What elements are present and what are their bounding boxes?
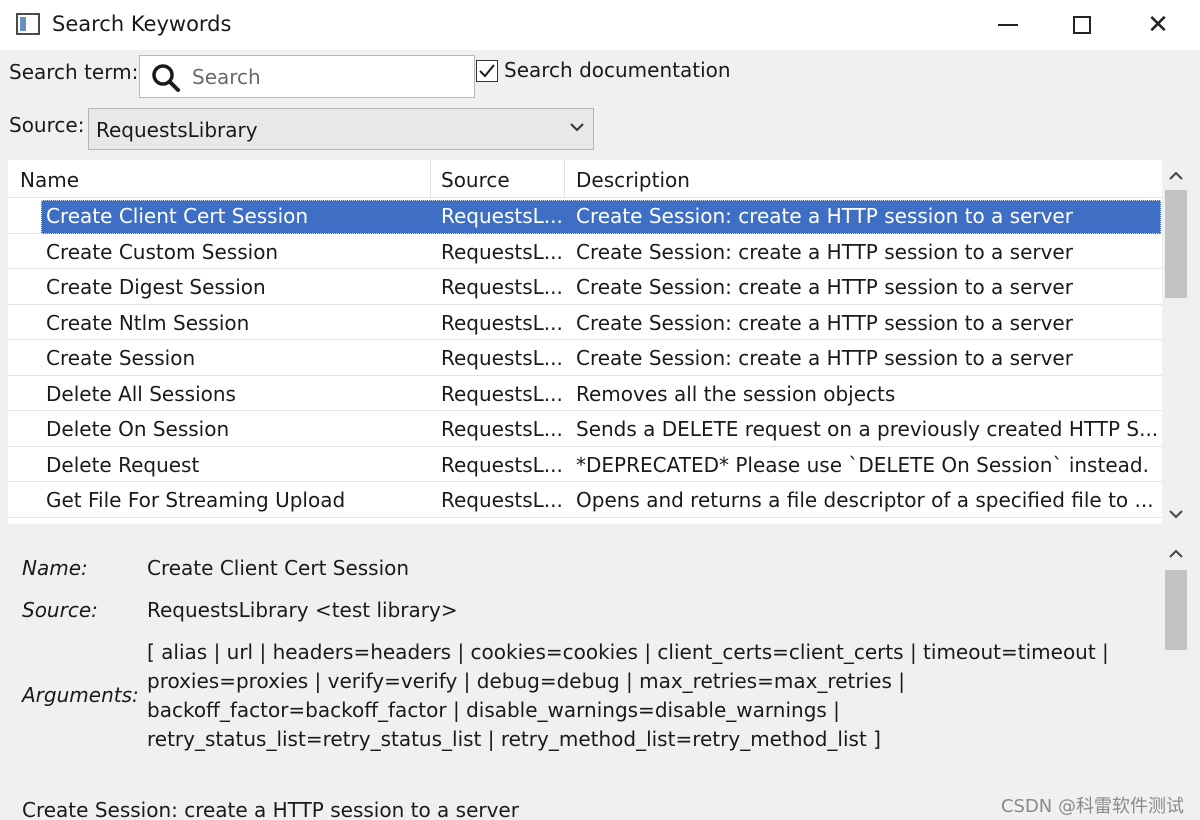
keyword-description-cell: Create Session: create a HTTP session to… [576,275,1073,299]
keyword-description-cell: Sends a DELETE request on a previously c… [576,417,1156,441]
chevron-down-icon [570,123,584,132]
table-row[interactable]: Delete All Sessions RequestsL... Removes a… [8,376,1162,411]
minimize-icon [998,24,1018,26]
maximize-icon [1073,16,1091,34]
keyword-source-cell: RequestsL... [441,275,563,299]
keyword-source-cell: RequestsL... [441,204,563,228]
watermark: CSDN @科雷软件测试 [1000,796,1184,817]
details-name-label: Name: [22,556,88,580]
search-box[interactable] [139,55,475,98]
details-name-value: Create Client Cert Session [147,556,410,580]
table-row[interactable]: Get File For Streaming Upload RequestsL..… [8,482,1162,518]
details-scroll-thumb[interactable] [1165,570,1187,650]
keyword-source-cell: RequestsL... [441,381,563,406]
source-selected-value: RequestsLibrary [96,118,258,142]
keyword-name-cell: Delete On Session [46,417,230,441]
table-scroll-thumb[interactable] [1165,190,1187,298]
keyword-source-cell: RequestsL... [441,488,563,512]
keyword-description-cell: Create Session: create a HTTP session to… [576,346,1073,370]
details-description: Create Session: create a HTTP session to… [22,798,519,820]
keyword-name-cell: Get File For Streaming Upload [46,488,346,512]
maximize-button[interactable] [1044,0,1120,50]
scroll-up-icon[interactable] [1168,170,1184,182]
keyword-name-cell: Delete Request [46,452,200,477]
close-icon: ✕ [1147,10,1169,40]
keyword-name-cell: Create Digest Session [46,275,266,299]
checkmark-icon [479,64,495,78]
keyword-name-cell: Delete All Sessions [46,381,236,406]
keyword-name-cell: Create Session [46,346,196,370]
details-arguments-label: Arguments: [22,683,139,707]
source-label: Source: [9,113,85,137]
keyword-description-cell: Create Session: create a HTTP session to… [576,239,1073,264]
keyword-description-cell: Create Session: create a HTTP session to… [576,204,1073,228]
column-header-name[interactable]: Name [20,168,79,192]
table-row[interactable]: Create Custom Session RequestsL... Create … [8,234,1162,269]
minimize-button[interactable] [970,0,1046,50]
search-icon [152,64,180,92]
search-documentation-checkbox[interactable] [476,60,498,82]
scroll-up-icon[interactable] [1168,548,1184,560]
keyword-source-cell: RequestsL... [441,310,563,335]
keyword-source-cell: RequestsL... [441,452,563,477]
table-row[interactable]: Delete On Session RequestsL... Sends a DEL… [8,411,1162,447]
keyword-name-cell: Create Client Cert Session [46,204,309,228]
table-scrollbar[interactable] [1162,160,1192,524]
keyword-description-cell: *DEPRECATED* Please use `DELETE On Sessi… [576,452,1149,477]
keyword-source-cell: RequestsL... [441,417,563,441]
arguments-line: [ alias | url | headers=headers | cookie… [147,640,1109,664]
keyword-source-cell: RequestsL... [441,239,563,264]
table-row[interactable]: Create Client Cert Session RequestsL... Cr… [8,198,1162,234]
title-bar: Search Keywords ✕ [0,0,1200,50]
source-dropdown[interactable]: RequestsLibrary [88,108,594,150]
app-window-icon [16,13,40,35]
column-header-source[interactable]: Source [441,168,510,192]
search-input[interactable] [192,56,462,97]
details-scrollbar[interactable] [1162,540,1192,820]
column-divider[interactable] [430,160,431,198]
details-source-value: RequestsLibrary <test library> [147,598,458,622]
keyword-table: Name Source Description Create Client Ce… [8,160,1162,524]
search-documentation-label[interactable]: Search documentation [504,58,731,82]
arguments-line: backoff_factor=backoff_factor | disable_… [147,698,840,722]
close-button[interactable]: ✕ [1120,0,1196,50]
keyword-name-cell: Create Custom Session [46,239,279,264]
keyword-name-cell: Create Ntlm Session [46,310,250,335]
column-header-description[interactable]: Description [576,168,690,192]
scroll-down-icon[interactable] [1168,508,1184,520]
table-row[interactable]: Create Ntlm Session RequestsL... Create Se… [8,305,1162,340]
keyword-details-pane: Name: Create Client Cert Session Source:… [0,540,1162,820]
search-term-label: Search term: [9,60,139,84]
column-divider[interactable] [564,160,565,198]
details-source-label: Source: [22,598,98,622]
arguments-line: proxies=proxies | verify=verify | debug=… [147,669,905,693]
window-title: Search Keywords [52,12,232,36]
table-header: Name Source Description [8,160,1162,198]
keyword-source-cell: RequestsL... [441,346,563,370]
table-row[interactable]: Create Digest Session RequestsL... Create … [8,269,1162,305]
table-row[interactable]: Delete Request RequestsL... *DEPRECATED* P… [8,447,1162,482]
keyword-description-cell: Create Session: create a HTTP session to… [576,310,1073,335]
table-row[interactable]: Create Session RequestsL... Create Session… [8,340,1162,376]
keyword-description-cell: Opens and returns a file descriptor of a… [576,488,1154,512]
keyword-description-cell: Removes all the session objects [576,381,896,406]
arguments-line: retry_status_list=retry_status_list | re… [147,727,881,751]
